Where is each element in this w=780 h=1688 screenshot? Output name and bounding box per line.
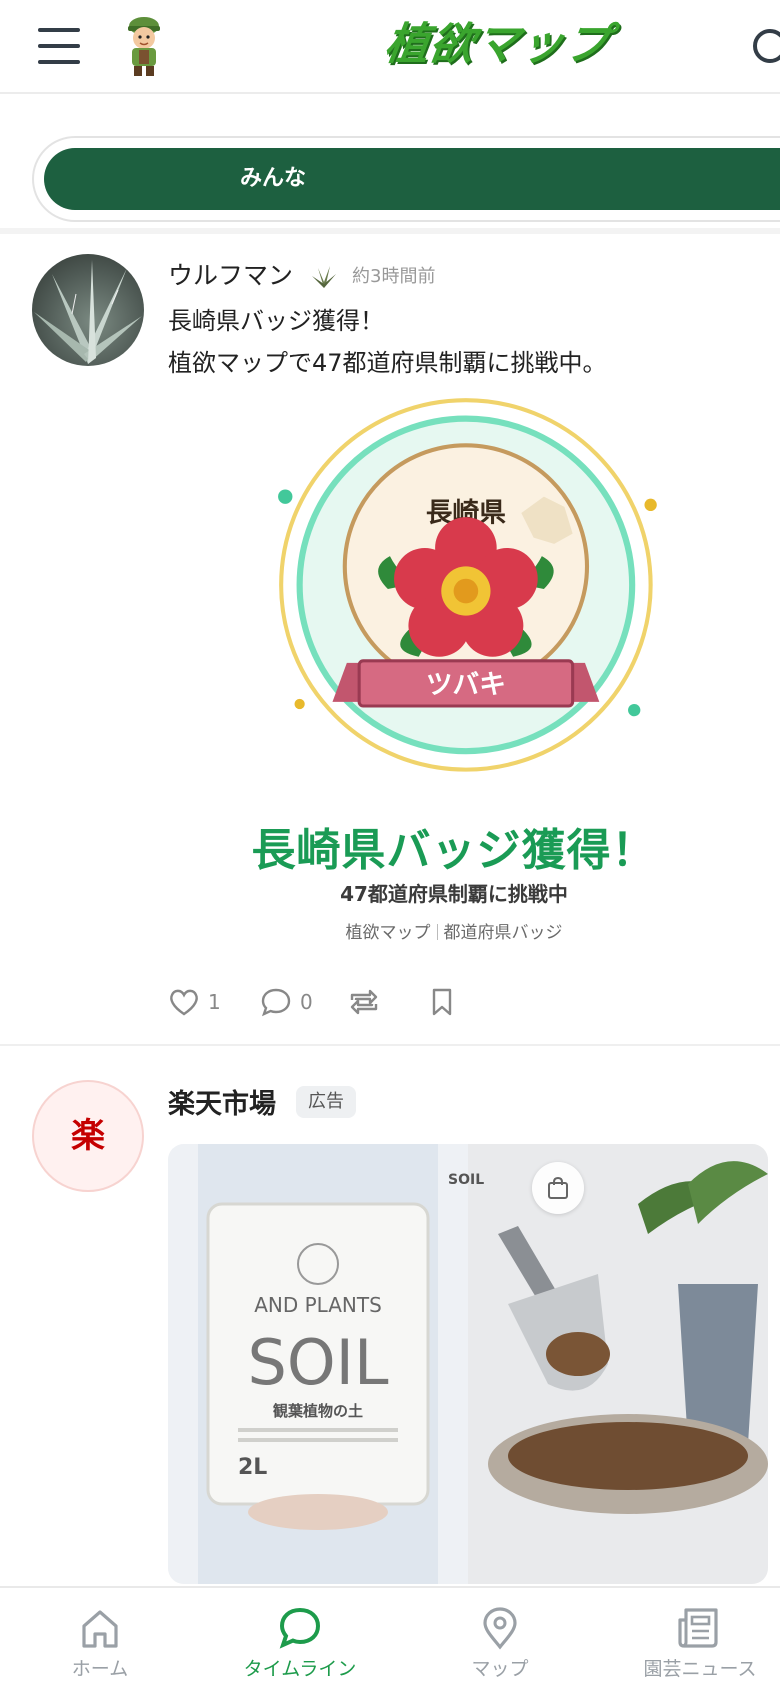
timeline-filter-tabs: みんな: [32, 136, 780, 222]
menu-icon-line: [38, 28, 80, 32]
user-name[interactable]: ウルフマン: [168, 256, 293, 292]
header: 植欲マップ: [0, 0, 780, 94]
nav-gardening-news-label: 園芸ニュース: [643, 1658, 757, 1680]
agave-photo-icon: [34, 260, 142, 364]
nav-home[interactable]: ホーム: [0, 1588, 200, 1688]
post-text-line: 長崎県バッジ獲得！: [168, 307, 384, 335]
comment-icon: [261, 988, 291, 1017]
post-timestamp: 約3時間前: [352, 266, 436, 287]
user-avatar[interactable]: [32, 254, 144, 366]
badge-footer: 植欲マップ 都道府県バッジ: [224, 918, 684, 943]
ad-label-badge: 広告: [296, 1086, 356, 1118]
nav-gardening-news[interactable]: 園芸ニュース: [600, 1588, 780, 1688]
mascot-avatar-icon[interactable]: [122, 14, 166, 78]
badge-footer-category: 都道府県バッジ: [443, 923, 563, 943]
badge-title: 長崎県バッジ獲得！: [251, 825, 657, 876]
repost-icon: [350, 989, 378, 1015]
menu-icon-line: [38, 60, 80, 64]
map-pin-icon: [483, 1607, 517, 1650]
like-count: 1: [208, 990, 221, 1014]
shopping-bag-icon: [548, 1176, 568, 1199]
chat-bubble-icon: [279, 1607, 321, 1649]
newspaper-icon: [678, 1608, 718, 1648]
advertiser-avatar[interactable]: 楽: [32, 1080, 144, 1192]
badge-footer-app: 植欲マップ: [345, 923, 431, 943]
comment-count: 0: [300, 990, 313, 1014]
package-size-text: 2L: [238, 1455, 267, 1480]
bottom-navigation: ホーム タイムライン マップ 園芸ニュース: [0, 1586, 780, 1688]
photo-tag-text: SOIL: [448, 1172, 484, 1188]
sponsored-post: 楽 楽天市場 広告 AND PLANTS SOIL 観葉植物の土 2L SOIL: [0, 1046, 780, 1586]
badge-subtitle: 47都道府県制覇に挑戦中: [340, 882, 568, 906]
badge-flower-label: ツバキ: [426, 670, 506, 701]
comment-button[interactable]: 0: [260, 982, 313, 1022]
menu-icon-line: [38, 44, 80, 48]
package-brand-text: AND PLANTS: [254, 1293, 382, 1317]
soil-product-photo: AND PLANTS SOIL 観葉植物の土 2L SOIL: [168, 1144, 768, 1584]
nav-map[interactable]: マップ: [400, 1588, 600, 1688]
advertiser-name[interactable]: 楽天市場: [168, 1082, 276, 1121]
package-subtitle-text: 観葉植物の土: [273, 1402, 363, 1420]
search-icon[interactable]: [748, 24, 780, 68]
app-logo[interactable]: 植欲マップ: [381, 14, 620, 76]
nav-timeline[interactable]: タイムライン: [200, 1588, 400, 1688]
nav-timeline-label: タイムライン: [243, 1658, 357, 1680]
home-icon: [82, 1610, 118, 1648]
post-text-line: 植欲マップで47都道府県制覇に挑戦中。: [168, 349, 607, 377]
timeline-post: ウルフマン 約3時間前 長崎県バッジ獲得！ 植欲マップで47都道府県制覇に挑戦中…: [0, 234, 780, 1046]
nav-home-label: ホーム: [71, 1658, 129, 1680]
package-title-text: SOIL: [248, 1326, 389, 1399]
app: 植欲マップ みんな ウルフマン 約3時間前 長崎県バッジ獲得！ 植欲マップで47…: [0, 0, 780, 1688]
repost-button[interactable]: [348, 982, 380, 1022]
ad-product-image[interactable]: AND PLANTS SOIL 観葉植物の土 2L SOIL: [168, 1144, 768, 1584]
heart-icon: [170, 989, 198, 1016]
post-actions: 1 0: [168, 982, 588, 1022]
bookmark-button[interactable]: [430, 982, 454, 1022]
prefecture-badge-image[interactable]: 長崎県 ツバキ: [260, 394, 680, 784]
tab-everyone-label: みんな: [239, 166, 306, 191]
menu-button[interactable]: [38, 26, 82, 66]
nav-map-label: マップ: [471, 1658, 529, 1680]
like-button[interactable]: 1: [168, 982, 221, 1022]
shopping-bag-button[interactable]: [532, 1162, 584, 1214]
user-rank-icon: [312, 266, 336, 288]
tab-everyone[interactable]: みんな: [44, 148, 780, 210]
bookmark-icon: [432, 988, 452, 1016]
post-body: 長崎県バッジ獲得！ 植欲マップで47都道府県制覇に挑戦中。: [168, 300, 607, 384]
divider: [436, 924, 438, 940]
